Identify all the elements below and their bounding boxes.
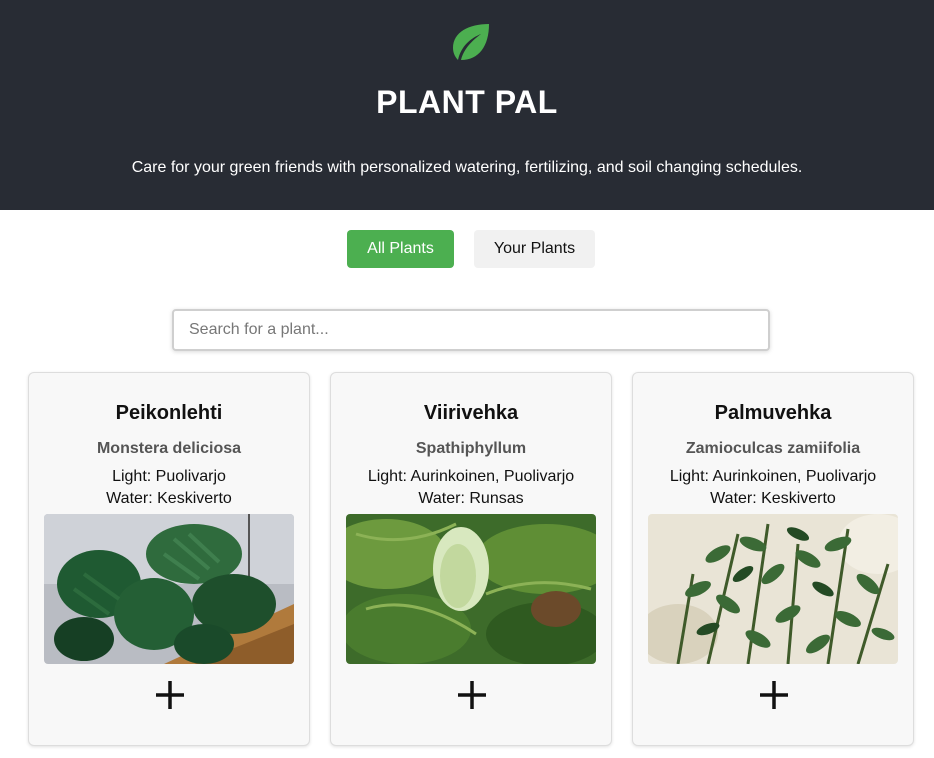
tab-all-plants[interactable]: All Plants bbox=[347, 230, 454, 268]
plant-scientific-name: Zamioculcas zamiifolia bbox=[685, 440, 861, 457]
plant-light: Light: Aurinkoinen, Puolivarjo bbox=[367, 468, 575, 485]
plus-icon[interactable] bbox=[758, 679, 790, 711]
plant-name: Palmuvehka bbox=[714, 402, 832, 424]
plant-light: Light: Puolivarjo bbox=[112, 468, 226, 485]
plant-image bbox=[648, 514, 898, 664]
plant-water: Water: Keskiverto bbox=[106, 490, 232, 507]
plant-image bbox=[44, 514, 294, 664]
plus-icon[interactable] bbox=[456, 679, 488, 711]
tab-your-plants[interactable]: Your Plants bbox=[474, 230, 595, 268]
plant-card-palmuvehka: Palmuvehka Zamioculcas zamiifolia Light:… bbox=[632, 372, 914, 746]
search-input[interactable] bbox=[172, 309, 770, 351]
header: PLANT PAL Care for your green friends wi… bbox=[0, 0, 934, 210]
plant-name: Viirivehka bbox=[423, 402, 519, 424]
plant-scientific-name: Monstera deliciosa bbox=[96, 440, 242, 457]
plant-card-peikonlehti: Peikonlehti Monstera deliciosa Light: Pu… bbox=[28, 372, 310, 746]
app-tagline: Care for your green friends with persona… bbox=[131, 159, 803, 176]
tab-bar: All Plants Your Plants bbox=[0, 230, 934, 268]
plant-card-viirivehka: Viirivehka Spathiphyllum Light: Aurinkoi… bbox=[330, 372, 612, 746]
plant-water: Water: Runsas bbox=[418, 490, 524, 507]
leaf-icon bbox=[453, 24, 489, 60]
plant-image bbox=[346, 514, 596, 664]
plant-name: Peikonlehti bbox=[115, 402, 223, 424]
app-title: PLANT PAL bbox=[376, 84, 558, 120]
plant-light: Light: Aurinkoinen, Puolivarjo bbox=[669, 468, 877, 485]
plant-water: Water: Keskiverto bbox=[710, 490, 836, 507]
plant-scientific-name: Spathiphyllum bbox=[415, 440, 527, 457]
plus-icon[interactable] bbox=[154, 679, 186, 711]
